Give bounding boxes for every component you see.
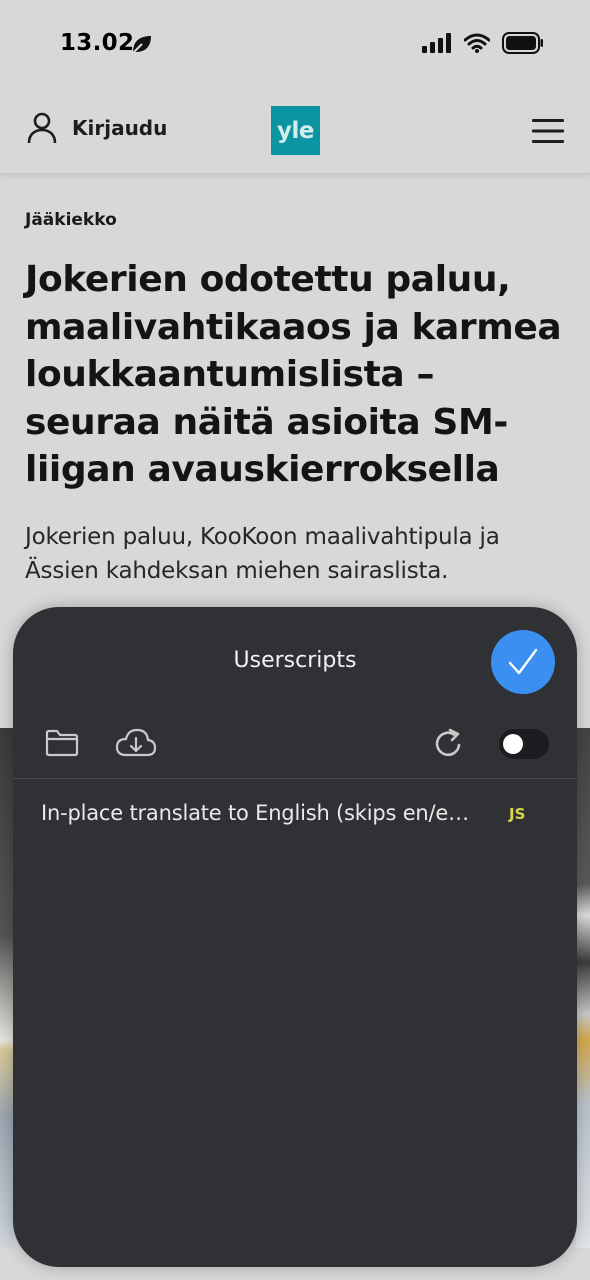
system-indicators xyxy=(422,32,544,54)
cellular-signal-icon xyxy=(422,33,451,53)
person-icon xyxy=(27,112,57,144)
article-headline: Jokerien odotettu paluu, maalivahtikaaos… xyxy=(25,259,562,490)
script-type-badge: JS xyxy=(509,805,526,823)
yle-logo[interactable]: yle xyxy=(271,106,320,155)
focus-mode-icon xyxy=(131,36,151,55)
checkmark-icon xyxy=(508,648,538,675)
panel-divider xyxy=(13,778,577,779)
article-category[interactable]: Jääkiekko xyxy=(25,210,570,230)
userscripts-panel: Userscripts In-place translate to Englis… xyxy=(13,607,577,1267)
toggle-knob xyxy=(503,734,523,754)
done-button[interactable] xyxy=(491,630,555,694)
article-photo-edge-left xyxy=(0,728,14,1248)
article: Jääkiekko Jokerien odotettu paluu, maali… xyxy=(25,210,570,588)
wifi-icon xyxy=(464,33,490,53)
script-name: In-place translate to English (skips en/… xyxy=(41,801,471,825)
article-lead: Jokerien paluu, KooKoon maalivahtipula j… xyxy=(25,523,500,584)
status-bar: 13.02 xyxy=(0,0,590,88)
site-header: Kirjaudu yle xyxy=(0,88,590,174)
script-row[interactable]: In-place translate to English (skips en/… xyxy=(13,785,577,841)
article-photo-edge-right xyxy=(576,728,590,1248)
login-button[interactable]: Kirjaudu xyxy=(26,112,167,144)
status-time: 13.02 xyxy=(60,30,135,56)
hamburger-icon[interactable] xyxy=(532,118,564,144)
scripts-enabled-toggle[interactable] xyxy=(499,729,549,759)
battery-icon xyxy=(502,32,543,54)
login-label: Kirjaudu xyxy=(72,116,168,140)
cloud-download-icon[interactable] xyxy=(115,727,157,757)
refresh-icon[interactable] xyxy=(433,728,465,760)
folder-icon[interactable] xyxy=(45,729,79,757)
